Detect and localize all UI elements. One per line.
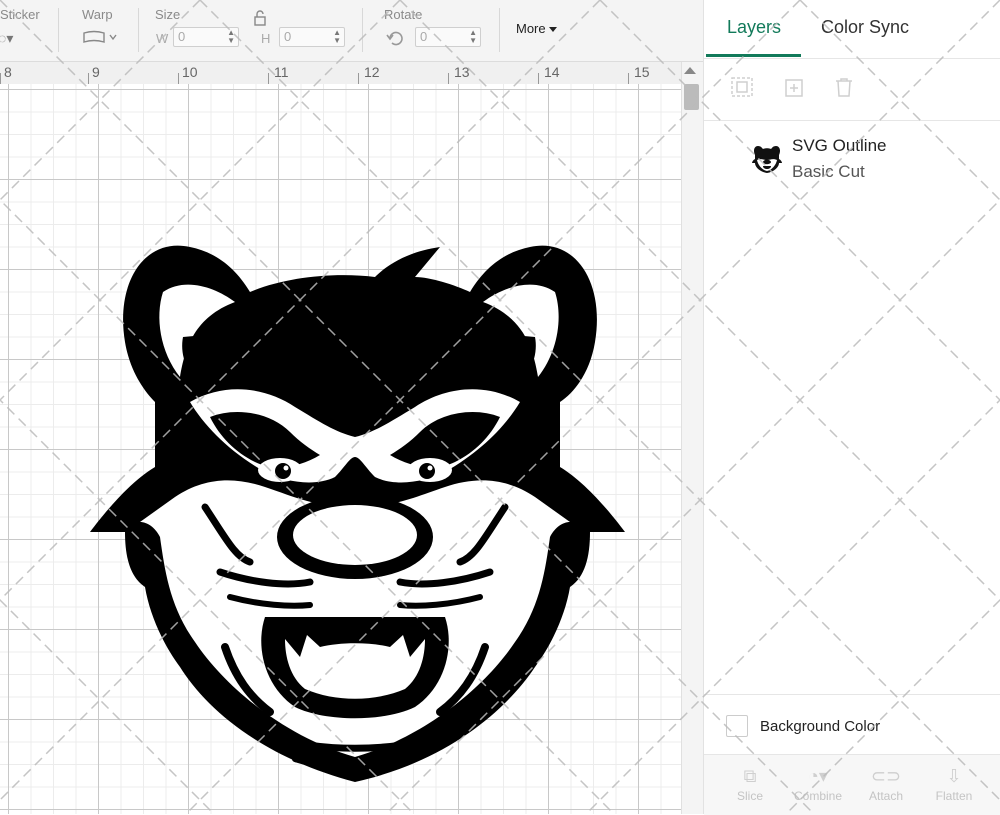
rotate-value: 0 (420, 29, 428, 44)
chevron-down-icon (548, 27, 557, 33)
ruler-mark: 15 (634, 64, 650, 80)
width-input[interactable]: 0 ▲ ▼ (173, 27, 239, 47)
ruler-tick (628, 73, 629, 84)
ruler-mark: 12 (364, 64, 380, 80)
background-color-row: Background Color (704, 694, 1000, 755)
edit-toolbar: Sticker ◌▾ Warp Size W 0 ▲ ▼ H 0 ▲ ▼ Rotat… (0, 0, 703, 62)
ruler-tick (0, 73, 1, 84)
rotate-input[interactable]: 0 ▲ ▼ (415, 27, 481, 47)
height-label: H (261, 31, 271, 46)
ruler-mark: 9 (92, 64, 100, 80)
badger-mascot-design[interactable] (85, 177, 635, 802)
toolbar-divider (138, 8, 139, 52)
ruler-tick (88, 73, 89, 84)
lock-icon[interactable] (253, 10, 267, 29)
ruler-tick (268, 73, 269, 84)
combine-button[interactable]: ◔▾ Combine (788, 763, 848, 803)
layer-operation: Basic Cut (792, 162, 865, 181)
flatten-button[interactable]: ⇩ Flatten (924, 763, 984, 803)
scroll-up-icon[interactable] (684, 67, 696, 74)
layer-name: SVG Outline (792, 136, 887, 155)
ruler-tick (538, 73, 539, 84)
layer-toolbar (704, 58, 1000, 121)
attach-icon: ⊂⊃ (870, 766, 902, 786)
combine-label: Combine (793, 789, 843, 803)
rotate-label: Rotate (384, 7, 423, 22)
width-label: W (156, 31, 169, 46)
ruler-mark: 14 (544, 64, 560, 80)
toolbar-divider (58, 8, 59, 52)
ruler-mark: 13 (454, 64, 470, 80)
rotate-stepper-icon[interactable]: ▲ ▼ (469, 29, 477, 45)
layer-actions-bar: ⧉ Slice ◔▾ Combine ⊂⊃ Attach ⇩ Flatten (704, 754, 1000, 815)
ruler-tick (358, 73, 359, 84)
flatten-icon: ⇩ (946, 766, 962, 786)
sticker-label: Sticker (0, 7, 40, 22)
warp-label: Warp (82, 7, 113, 22)
duplicate-icon[interactable] (782, 76, 806, 98)
warp-icon[interactable] (82, 30, 118, 47)
background-color-label: Background Color (760, 718, 881, 735)
toolbar-divider (362, 8, 363, 52)
sticker-toggle-icon[interactable]: ◌▾ (0, 30, 13, 47)
scrollbar-thumb[interactable] (684, 84, 699, 110)
horizontal-ruler: 8 9 10 11 12 13 14 15 (0, 62, 681, 85)
ruler-mark: 10 (182, 64, 198, 80)
panel-tabs: Layers Color Sync (704, 0, 1000, 59)
ruler-tick (448, 73, 449, 84)
height-input[interactable]: 0 ▲ ▼ (279, 27, 345, 47)
flatten-label: Flatten (935, 789, 973, 803)
delete-icon[interactable] (832, 76, 856, 98)
width-stepper-icon[interactable]: ▲ ▼ (227, 29, 235, 45)
more-button[interactable]: More (516, 21, 557, 36)
more-label: More (516, 21, 546, 36)
ruler-mark: 11 (274, 64, 289, 80)
ruler-mark: 8 (4, 64, 12, 80)
layer-item[interactable]: SVG Outline Basic Cut (704, 122, 1000, 188)
size-label: Size (155, 7, 181, 22)
width-value: 0 (178, 29, 186, 44)
attach-button[interactable]: ⊂⊃ Attach (856, 763, 916, 803)
rotate-icon[interactable] (385, 27, 407, 52)
group-icon[interactable] (730, 76, 754, 98)
combine-icon: ◔▾ (808, 766, 828, 786)
ruler-tick (178, 73, 179, 84)
slice-icon: ⧉ (743, 766, 757, 786)
vertical-scrollbar[interactable] (681, 62, 703, 814)
height-value: 0 (284, 29, 292, 44)
tab-layers[interactable]: Layers (727, 17, 781, 38)
background-color-swatch[interactable] (726, 715, 748, 737)
tab-color-sync[interactable]: Color Sync (821, 17, 909, 38)
height-stepper-icon[interactable]: ▲ ▼ (333, 29, 341, 45)
design-canvas[interactable]: 8 9 10 11 12 13 14 15 (0, 62, 703, 814)
slice-label: Slice (736, 789, 763, 803)
layer-thumbnail (752, 146, 782, 173)
attach-label: Attach (868, 789, 904, 803)
toolbar-divider (499, 8, 500, 52)
slice-button[interactable]: ⧉ Slice (720, 763, 780, 803)
active-tab-indicator (706, 54, 801, 57)
layers-panel: Layers Color Sync SVG Outline Basic Cut … (703, 0, 1000, 815)
